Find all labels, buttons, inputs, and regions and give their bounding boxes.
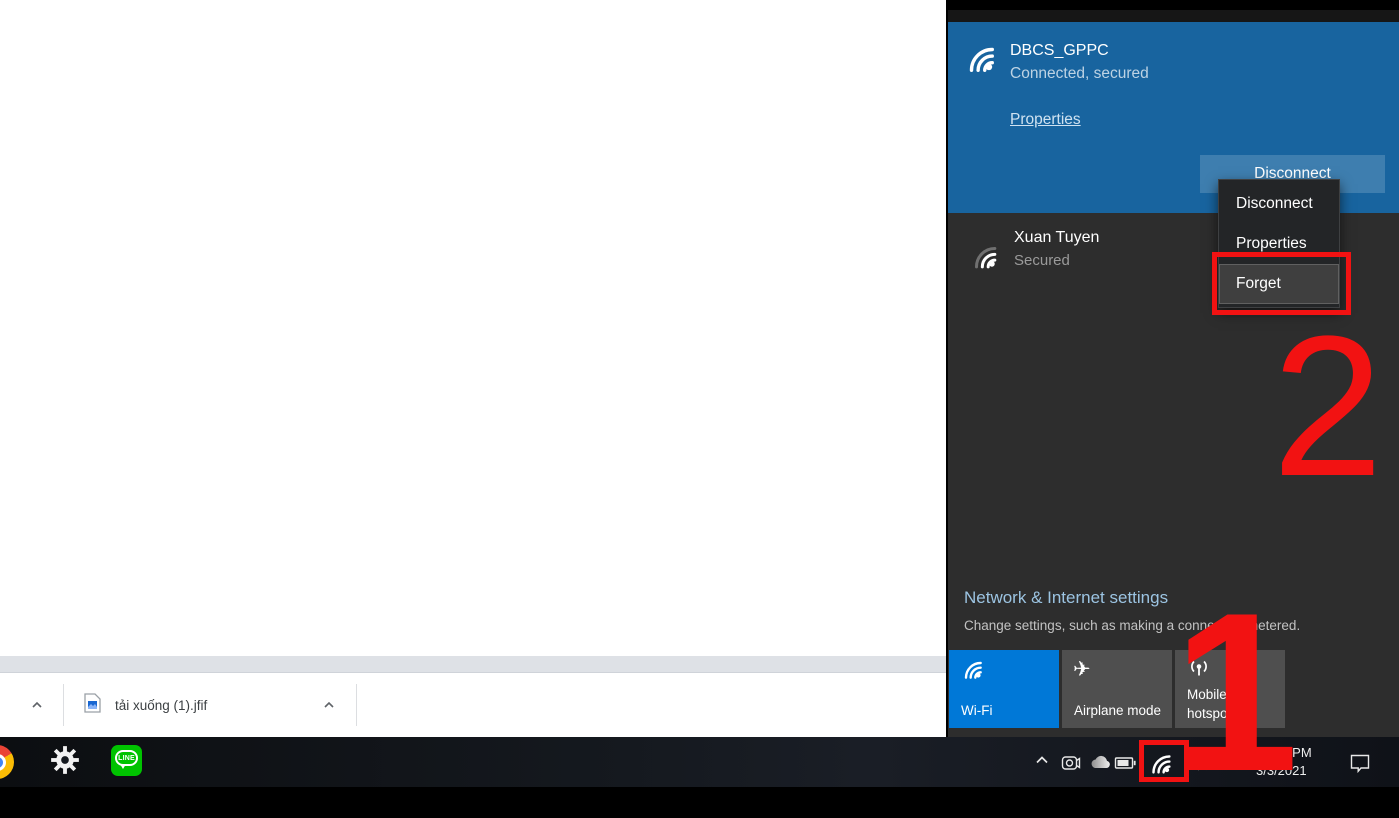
onedrive-cloud-icon[interactable] bbox=[1087, 749, 1115, 777]
clock-time: 10:48 PM bbox=[1256, 744, 1312, 762]
line-app-taskbar-icon[interactable]: LINE bbox=[111, 745, 142, 776]
properties-link[interactable]: Properties bbox=[1010, 111, 1081, 129]
context-menu-properties[interactable]: Properties bbox=[1219, 224, 1339, 264]
settings-hint-text: Change settings, such as making a connec… bbox=[964, 618, 1300, 633]
battery-icon[interactable] bbox=[1113, 750, 1139, 776]
clock-date: 3/3/2021 bbox=[1256, 762, 1312, 780]
chrome-taskbar-icon[interactable] bbox=[0, 745, 14, 779]
wifi-icon bbox=[960, 657, 984, 686]
desktop: { "wifi_panel": { "connected_network": {… bbox=[0, 0, 1399, 787]
context-menu-disconnect[interactable]: Disconnect bbox=[1219, 184, 1339, 224]
wifi-flyout-panel: DBCS_GPPC Connected, secured Properties … bbox=[948, 10, 1399, 737]
image-file-icon bbox=[84, 693, 101, 718]
tray-wifi-icon[interactable] bbox=[1146, 749, 1174, 777]
download-item-menu-button[interactable] bbox=[314, 690, 344, 720]
wifi-quick-action-tile[interactable]: Wi-Fi bbox=[949, 650, 1059, 728]
context-menu-forget[interactable]: Forget bbox=[1219, 264, 1339, 304]
page-bottom-strip bbox=[0, 656, 946, 672]
volume-icon[interactable] bbox=[1186, 750, 1214, 776]
meet-now-camera-icon[interactable] bbox=[1058, 750, 1084, 776]
taskbar: LINE bbox=[0, 737, 1399, 787]
network-name: DBCS_GPPC bbox=[1010, 42, 1109, 60]
mobile-hotspot-quick-action-tile[interactable]: Mobile hotspot bbox=[1175, 650, 1285, 728]
chevron-up-icon bbox=[321, 697, 337, 713]
download-filename: tải xuống (1).jfif bbox=[115, 698, 207, 713]
wifi-signal-icon bbox=[969, 241, 999, 287]
tile-label: Mobile hotspot bbox=[1187, 685, 1249, 724]
action-center-icon[interactable] bbox=[1346, 750, 1374, 776]
browser-window: tải xuống (1).jfif bbox=[0, 0, 946, 737]
network-internet-settings-link[interactable]: Network & Internet settings bbox=[964, 588, 1168, 608]
show-hidden-icons-button[interactable] bbox=[1029, 749, 1055, 775]
shelf-divider bbox=[356, 684, 357, 726]
gear-icon bbox=[49, 744, 81, 781]
language-indicator[interactable]: VIE bbox=[1216, 737, 1250, 787]
line-logo-bubble-icon: LINE bbox=[115, 750, 138, 766]
hotspot-icon bbox=[1186, 657, 1212, 688]
download-item[interactable]: tải xuống (1).jfif bbox=[84, 673, 207, 737]
shelf-collapse-button[interactable] bbox=[22, 690, 52, 720]
network-context-menu: Disconnect Properties Forget bbox=[1218, 179, 1340, 308]
shelf-divider bbox=[63, 684, 64, 726]
tile-label: Airplane mode bbox=[1074, 701, 1161, 721]
network-name: Xuan Tuyen bbox=[1014, 229, 1099, 247]
chevron-up-icon bbox=[29, 697, 45, 713]
network-status: Connected, secured bbox=[1010, 65, 1149, 83]
network-status: Secured bbox=[1014, 252, 1099, 269]
airplane-icon: ✈ bbox=[1073, 657, 1091, 681]
settings-taskbar-button[interactable] bbox=[49, 746, 81, 778]
downloads-shelf: tải xuống (1).jfif bbox=[0, 672, 946, 737]
browser-page-content bbox=[0, 0, 946, 656]
quick-actions: Wi-Fi ✈ Airplane mode Mobile hotspot bbox=[949, 650, 1285, 728]
panel-top-strip bbox=[948, 10, 1399, 22]
wifi-signal-icon bbox=[963, 41, 997, 80]
tray-clock[interactable]: 10:48 PM 3/3/2021 bbox=[1256, 737, 1312, 787]
tile-label: Wi-Fi bbox=[961, 701, 992, 721]
chevron-up-icon bbox=[1033, 751, 1051, 774]
airplane-mode-quick-action-tile[interactable]: ✈ Airplane mode bbox=[1062, 650, 1172, 728]
